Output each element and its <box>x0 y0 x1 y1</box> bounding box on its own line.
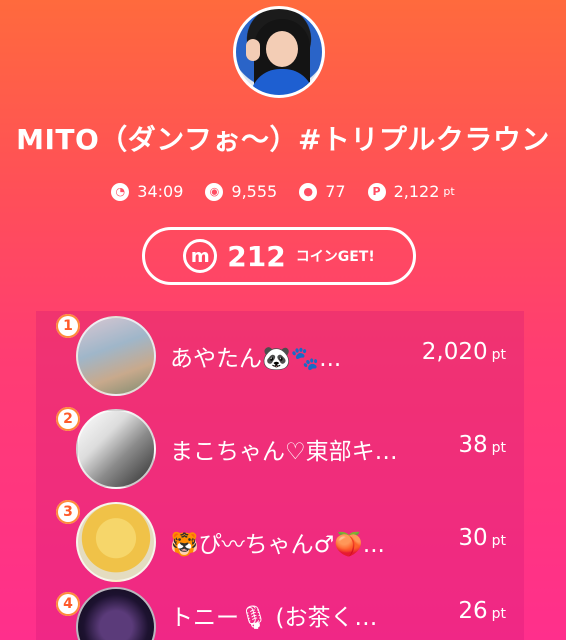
stat-points-unit: pt <box>443 185 455 198</box>
rank-badge: 3 <box>56 500 80 524</box>
user-name: まこちゃん♡東部キ… <box>170 439 398 465</box>
stat-points-value: 2,122 <box>393 182 440 201</box>
ranking-row[interactable]: 2 まこちゃん♡東部キ… 38 pt <box>36 404 524 494</box>
rank-badge: 4 <box>56 592 80 616</box>
user-avatar[interactable] <box>76 502 156 582</box>
user-points-value: 30 <box>458 525 488 551</box>
user-points-value: 26 <box>458 598 488 624</box>
user-avatar[interactable] <box>76 409 156 489</box>
stat-viewers: ◉ 9,555 <box>205 182 277 201</box>
coin-suffix: コインGET! <box>295 249 375 265</box>
avatar-hand <box>246 39 260 61</box>
coin-amount: 212 <box>227 239 286 273</box>
user-name: 🐯ぴ〰ちゃん♂🍑... <box>170 532 385 558</box>
user-points-value: 38 <box>458 432 488 458</box>
user-name: トニー🎙 (お茶くみ係) 🎙 <box>170 605 400 631</box>
stat-viewers-value: 9,555 <box>231 182 278 201</box>
coin-icon: m <box>183 239 218 273</box>
broadcaster-avatar[interactable] <box>233 6 325 98</box>
stat-comments: ● 77 <box>299 182 346 201</box>
avatar-face <box>266 31 298 67</box>
stat-time: ◔ 34:09 <box>111 182 183 201</box>
viewers-icon: ◉ <box>205 182 224 201</box>
coin-get-button[interactable]: m 212 コインGET! <box>142 227 416 285</box>
user-name: あやたん🐼🐾... <box>170 346 342 372</box>
ranking-row[interactable]: 1 あやたん🐼🐾... 2,020 pt <box>36 311 524 401</box>
user-points: 26 pt <box>458 598 506 624</box>
user-points-unit: pt <box>491 606 506 622</box>
points-icon: P <box>367 182 386 201</box>
user-points: 30 pt <box>458 525 506 551</box>
stat-comments-value: 77 <box>325 182 346 201</box>
ranking-list: 1 あやたん🐼🐾... 2,020 pt 2 まこちゃん♡東部キ… 38 pt 3 … <box>36 311 524 640</box>
stat-time-value: 34:09 <box>137 182 184 201</box>
user-points-unit: pt <box>491 440 506 456</box>
rank-badge: 1 <box>56 314 80 338</box>
user-avatar[interactable] <box>76 316 156 396</box>
broadcaster-name: MITO（ダンフぉ〜）#トリプルクラウン <box>16 123 550 156</box>
rank-badge: 2 <box>56 407 80 431</box>
ranking-row[interactable]: 4 トニー🎙 (お茶くみ係) 🎙 26pt <box>36 582 524 640</box>
comment-icon: ● <box>299 182 318 201</box>
ranking-row[interactable]: 3 🐯ぴ〰ちゃん♂🍑... 30 pt <box>36 497 524 587</box>
user-points-unit: pt <box>491 533 506 549</box>
stats-bar: ◔ 34:09 ◉ 9,555 ● 77 P 2,122 pt <box>0 182 566 201</box>
user-points-value: 2,020 <box>421 339 488 365</box>
clock-icon: ◔ <box>111 182 130 201</box>
user-avatar[interactable] <box>76 587 156 640</box>
user-points: 38 pt <box>458 432 506 458</box>
user-points: 2,020 pt <box>422 339 506 365</box>
stat-points: P 2,122 pt <box>367 182 455 201</box>
user-points-unit: pt <box>491 347 506 363</box>
